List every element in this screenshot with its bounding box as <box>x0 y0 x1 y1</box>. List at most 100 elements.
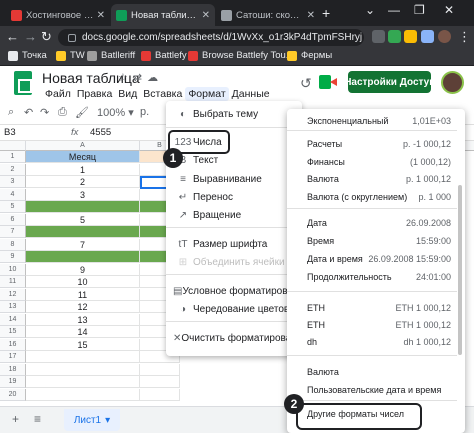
number-format-item[interactable]: Валюта <box>287 363 457 380</box>
name-box[interactable]: B3 <box>4 127 16 138</box>
menu-edit[interactable]: Правка <box>74 87 115 101</box>
table-cell[interactable] <box>140 363 180 376</box>
row-header[interactable]: 12 <box>0 288 26 301</box>
table-cell[interactable] <box>26 376 140 388</box>
number-format-item[interactable]: Дата и время 26.09.2008 15:59:00 <box>287 250 457 267</box>
search-menus-icon[interactable]: ⌕ <box>8 106 14 119</box>
undo-icon[interactable]: ↶ <box>24 106 33 119</box>
maximize-icon[interactable]: ❐ <box>414 3 425 17</box>
table-cell[interactable]: 11 <box>26 288 140 301</box>
number-format-item[interactable]: ETH ETH 1 000,12 <box>287 299 457 316</box>
table-cell[interactable]: 13 <box>26 313 140 326</box>
table-cell[interactable]: 7 <box>26 238 140 251</box>
number-format-item[interactable]: dh dh 1 000,12 <box>287 333 457 350</box>
new-tab-icon[interactable]: + <box>322 5 330 21</box>
currency-icon[interactable]: р. <box>140 106 149 118</box>
star-move-cloud-icons[interactable]: ☆⇄☁ <box>118 71 163 84</box>
meet-icon[interactable] <box>319 75 337 89</box>
browser-tab[interactable]: Хостинговое сообщество ✕ <box>6 4 110 26</box>
format-menu-item[interactable]: ◑ Чередование цветов <box>166 300 302 318</box>
row-header[interactable]: 4 <box>0 188 26 201</box>
minimize-icon[interactable]: — <box>388 3 400 17</box>
share-button[interactable]: Настройки Доступа <box>338 71 441 93</box>
row-header[interactable]: 14 <box>0 313 26 326</box>
row-header[interactable]: 16 <box>0 338 26 351</box>
table-cell[interactable]: 3 <box>26 188 140 201</box>
row-header[interactable]: 9 <box>0 251 26 263</box>
row-header[interactable]: 1 <box>0 151 26 163</box>
format-menu-item[interactable]: tT Размер шрифта <box>166 235 302 253</box>
table-cell[interactable] <box>26 363 140 376</box>
format-menu-item[interactable]: ≡ Выравнивание <box>166 170 302 188</box>
all-sheets-icon[interactable]: ≡ <box>34 412 41 426</box>
table-cell[interactable]: 1 <box>26 163 140 176</box>
submenu-scrollbar[interactable] <box>458 185 462 355</box>
row-header[interactable]: 6 <box>0 213 26 226</box>
table-cell[interactable]: 14 <box>26 326 140 338</box>
formula-input[interactable]: 4555 <box>90 127 111 138</box>
table-cell[interactable] <box>26 351 140 363</box>
format-menu-item[interactable]: ▤ Условное форматирование <box>166 282 302 300</box>
format-menu-item[interactable]: ◐ Выбрать тему <box>166 105 302 123</box>
number-format-item[interactable]: Валюта (с округлением) р. 1 000 <box>287 188 457 205</box>
number-format-item[interactable]: Расчеты р. -1 000,12 <box>287 135 457 152</box>
header-cell[interactable]: Месяц <box>26 151 140 163</box>
zoom-select[interactable]: 100% ▾ <box>97 106 134 119</box>
format-menu-item[interactable]: ↵ Перенос <box>166 188 302 206</box>
number-format-item[interactable]: Финансы (1 000,12) <box>287 153 457 170</box>
row-header[interactable]: 15 <box>0 326 26 338</box>
menu-view[interactable]: Вид <box>115 87 140 101</box>
table-cell[interactable] <box>140 388 180 401</box>
add-sheet-icon[interactable]: + <box>12 412 19 426</box>
number-format-item[interactable]: Дата 26.09.2008 <box>287 214 457 231</box>
row-header[interactable]: 10 <box>0 263 26 276</box>
extension-icon[interactable] <box>388 30 401 43</box>
bookmark-item[interactable]: TW <box>56 50 85 61</box>
user-avatar[interactable] <box>441 71 464 94</box>
redo-icon[interactable]: ↷ <box>40 106 49 119</box>
extensions-puzzle-icon[interactable] <box>421 30 434 43</box>
format-menu-item[interactable]: ✕ Очистить форматирование <box>166 329 302 347</box>
table-cell[interactable] <box>26 388 140 401</box>
bookmark-item[interactable]: Batlleriff <box>87 50 135 61</box>
browser-tab-active[interactable]: Новая таблица - Google Таблицы ✕ <box>111 4 215 26</box>
paint-format-icon[interactable]: 🖌 <box>75 106 89 119</box>
row-header[interactable]: 19 <box>0 376 26 388</box>
table-cell[interactable]: 12 <box>26 301 140 313</box>
row-header[interactable]: 7 <box>0 226 26 238</box>
table-cell[interactable]: 2 <box>26 176 140 188</box>
print-icon[interactable]: ⎙ <box>58 106 67 119</box>
number-format-item[interactable]: Продолжительность 24:01:00 <box>287 268 457 285</box>
sheet-tab[interactable]: Лист1 ▾ <box>64 409 120 431</box>
row-header[interactable]: 8 <box>0 238 26 251</box>
number-format-item[interactable]: Время 15:59:00 <box>287 232 457 249</box>
back-icon[interactable]: ← <box>6 29 19 44</box>
translate-icon[interactable] <box>372 30 385 43</box>
tab-search-icon[interactable]: ⌄ <box>365 3 375 17</box>
table-cell[interactable]: 10 <box>26 276 140 288</box>
bookmark-item[interactable]: Browse Battlefy Tou... <box>188 50 294 61</box>
number-format-item[interactable]: ETH ETH 1 000,12 <box>287 316 457 333</box>
row-header[interactable]: 3 <box>0 176 26 188</box>
table-cell[interactable]: 15 <box>26 338 140 351</box>
column-header-a[interactable]: A <box>26 141 140 151</box>
more-icon[interactable]: ⋮ <box>458 29 471 45</box>
forward-icon[interactable]: → <box>24 29 37 44</box>
select-all-corner[interactable] <box>0 141 26 151</box>
row-header[interactable]: 11 <box>0 276 26 288</box>
table-cell[interactable] <box>26 251 140 263</box>
row-header[interactable]: 20 <box>0 388 26 401</box>
table-cell[interactable] <box>26 226 140 238</box>
table-cell[interactable]: 9 <box>26 263 140 276</box>
row-header[interactable]: 13 <box>0 301 26 313</box>
close-icon[interactable]: ✕ <box>202 10 210 21</box>
history-icon[interactable]: ↺ <box>300 75 312 92</box>
number-format-item[interactable]: Пользовательские дата и время <box>287 381 457 398</box>
extension-icon[interactable] <box>404 30 417 43</box>
row-header[interactable]: 2 <box>0 163 26 176</box>
number-format-item[interactable]: Валюта р. 1 000,12 <box>287 170 457 187</box>
menu-insert[interactable]: Вставка <box>140 87 185 101</box>
row-header[interactable]: 17 <box>0 351 26 363</box>
url-input[interactable]: docs.google.com/spreadsheets/d/1WvXx_o1r… <box>58 29 364 46</box>
table-cell[interactable]: 5 <box>26 213 140 226</box>
